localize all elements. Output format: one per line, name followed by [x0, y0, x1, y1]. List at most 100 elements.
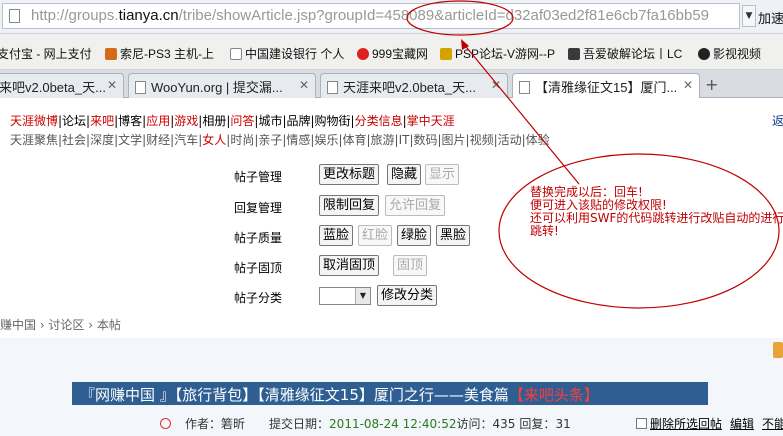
nav-text[interactable]: |博客|	[114, 114, 146, 128]
more-link[interactable]: 不能	[762, 417, 783, 431]
change-category-button[interactable]: 修改分类	[377, 285, 438, 306]
address-bar: http://groups.tianya.cn/tribe/showArticl…	[0, 0, 783, 34]
annotation-note: 替换完成以后：回车! 便可进入该贴的修改权限! 还可以利用SWF的代码跳转进行改…	[530, 186, 783, 238]
reply-manage-label: 回复管理	[234, 201, 283, 215]
post-quality-label: 帖子质量	[234, 231, 283, 245]
site-nav-primary: 天涯微博|论坛|来吧|博客|应用|游戏|相册|问答|城市|品牌|购物街|分类信息…	[10, 112, 455, 129]
nav-text[interactable]: |城市|品牌|购物街|	[254, 114, 354, 128]
new-tab-icon[interactable]: +	[705, 75, 718, 94]
black-face-button[interactable]: 黑脸	[436, 225, 471, 246]
close-icon[interactable]: ✕	[107, 78, 117, 92]
url-domain: tianya.cn	[118, 7, 179, 24]
bookmark-label: 中国建设银行 个人	[245, 47, 345, 61]
nav-link[interactable]: 女人	[202, 133, 226, 147]
visits-count: 435	[492, 417, 516, 431]
hide-button[interactable]: 隐藏	[387, 164, 422, 185]
bookmark-icon	[357, 48, 369, 60]
url-input[interactable]: http://groups.tianya.cn/tribe/showArticl…	[2, 3, 740, 29]
close-icon[interactable]: ✕	[299, 78, 309, 92]
post-title-text: 『网赚中国 』【旅行背包】【清雅缘征文15】厦门之行——美食篇	[80, 386, 509, 404]
category-select[interactable]: ▼	[319, 287, 371, 305]
visits-label: 访问：	[456, 417, 493, 431]
unpin-button[interactable]: 取消固顶	[319, 255, 380, 276]
bookmark-icon	[568, 48, 580, 60]
url-path: /tribe/showArticle.jsp?groupId=458089&ar…	[178, 7, 710, 24]
nav-link[interactable]: 问答	[230, 114, 254, 128]
back-link[interactable]: 返	[772, 112, 783, 129]
bookmark-icon	[698, 48, 710, 60]
post-actions: 删除所选回帖 编辑 不能	[636, 415, 783, 432]
url-text[interactable]: http://groups.tianya.cn/tribe/showArticl…	[31, 6, 709, 26]
blue-face-button[interactable]: 蓝脸	[319, 225, 354, 246]
breadcrumb[interactable]: 赚中国 › 讨论区 › 本帖	[0, 316, 121, 333]
side-tool-icon[interactable]	[773, 342, 783, 358]
page-icon	[135, 81, 146, 94]
page-icon	[9, 9, 20, 23]
select-checkbox[interactable]	[636, 418, 647, 429]
nav-text[interactable]: |论坛|	[58, 114, 90, 128]
page-icon	[519, 81, 530, 94]
bookmark-label: 999宝藏网	[372, 47, 429, 61]
tab[interactable]: 天涯来吧v2.0beta_天... ✕	[320, 73, 508, 98]
post-meta: 作者：箬昕 提交日期：2011-08-24 12:40:52访问：435 回复：31	[160, 415, 571, 432]
annotation-line: 还可以利用SWF的代码跳转进行改贴自动的进行	[530, 211, 783, 225]
bookmark-item[interactable]: 索尼-PS3 主机-上	[105, 45, 214, 62]
bookmark-item[interactable]: 影视视频	[698, 45, 761, 62]
red-face-button[interactable]: 红脸	[358, 225, 393, 246]
bookmark-icon	[105, 48, 117, 60]
post-title-tag[interactable]: 【来吧头条】	[509, 386, 599, 404]
tab[interactable]: WooYun.org | 提交漏... ✕	[128, 73, 316, 98]
bookmark-label: PSP论坛-V游网--P	[455, 47, 556, 61]
close-icon[interactable]: ✕	[491, 78, 501, 92]
tab-active[interactable]: 【清雅缘征文15】厦门... ✕	[512, 73, 700, 98]
nav-link[interactable]: 分类信息	[355, 114, 403, 128]
nav-text[interactable]: |相册|	[198, 114, 230, 128]
nav-link[interactable]: 天涯微博	[10, 114, 58, 128]
nav-text[interactable]: |时尚|亲子|情感|娱乐|体育|旅游|IT|数码|图片|视频|活动|体验	[226, 133, 549, 147]
post-title: 『网赚中国 』【旅行背包】【清雅缘征文15】厦门之行——美食篇【来吧头条】	[80, 384, 599, 405]
nav-link[interactable]: 来吧	[90, 114, 114, 128]
accelerate-button[interactable]: 加速	[758, 8, 783, 27]
url-host: http://groups.	[31, 7, 119, 24]
replies-label: 回复：	[519, 417, 556, 431]
nav-link[interactable]: 应用	[146, 114, 170, 128]
bookmark-item[interactable]: 支付宝 - 网上支付	[0, 45, 92, 62]
tab-label: 来吧v2.0beta_天...	[0, 80, 106, 95]
author-name[interactable]: 箬昕	[221, 417, 245, 431]
tab[interactable]: 来吧v2.0beta_天... ✕	[0, 73, 124, 98]
site-nav-secondary: 天涯聚焦|社会|深度|文学|财经|汽车|女人|时尚|亲子|情感|娱乐|体育|旅游…	[10, 131, 550, 148]
bookmark-item[interactable]: 中国建设银行 个人	[230, 45, 344, 62]
delete-selected-link[interactable]: 删除所选回帖	[650, 417, 722, 431]
nav-link[interactable]: 掌中天涯	[407, 114, 455, 128]
tab-label: WooYun.org | 提交漏...	[151, 80, 283, 95]
post-manage-label: 帖子管理	[234, 170, 283, 184]
author-label: 作者：	[185, 417, 222, 431]
nav-text[interactable]: 天涯聚焦|社会|深度|文学|财经|汽车|	[10, 133, 202, 147]
bookmark-icon	[230, 48, 242, 60]
allow-reply-button[interactable]: 允许回复	[385, 195, 446, 216]
show-button[interactable]: 显示	[425, 164, 460, 185]
bookmark-item[interactable]: 吾爱破解论坛丨LC	[568, 45, 682, 62]
bookmark-item[interactable]: PSP论坛-V游网--P	[440, 45, 555, 62]
limit-reply-button[interactable]: 限制回复	[319, 195, 380, 216]
smile-icon	[160, 418, 171, 429]
tab-label: 天涯来吧v2.0beta_天...	[343, 80, 476, 95]
url-dropdown-button[interactable]: ▼	[742, 5, 756, 27]
edit-link[interactable]: 编辑	[730, 417, 754, 431]
post-category-label: 帖子分类	[234, 291, 283, 305]
green-face-button[interactable]: 绿脸	[397, 225, 432, 246]
nav-link[interactable]: 游戏	[174, 114, 198, 128]
page-icon	[327, 81, 338, 94]
tab-strip: 来吧v2.0beta_天... ✕ WooYun.org | 提交漏... ✕ 天涯…	[0, 70, 783, 98]
bookmark-label: 索尼-PS3 主机-上	[120, 47, 215, 61]
bookmark-icon	[440, 48, 452, 60]
pin-button[interactable]: 固顶	[393, 255, 428, 276]
bookmark-label: 支付宝 - 网上支付	[0, 47, 92, 61]
change-title-button[interactable]: 更改标题	[319, 164, 380, 185]
chevron-down-icon[interactable]: ▼	[355, 288, 370, 304]
bookmark-item[interactable]: 999宝藏网	[357, 45, 428, 62]
post-pin-label: 帖子固顶	[234, 261, 283, 275]
close-icon[interactable]: ✕	[683, 78, 693, 92]
bookmark-label: 影视视频	[713, 47, 762, 61]
bookmarks-bar: 支付宝 - 网上支付 索尼-PS3 主机-上 中国建设银行 个人 999宝藏网 …	[0, 34, 783, 70]
